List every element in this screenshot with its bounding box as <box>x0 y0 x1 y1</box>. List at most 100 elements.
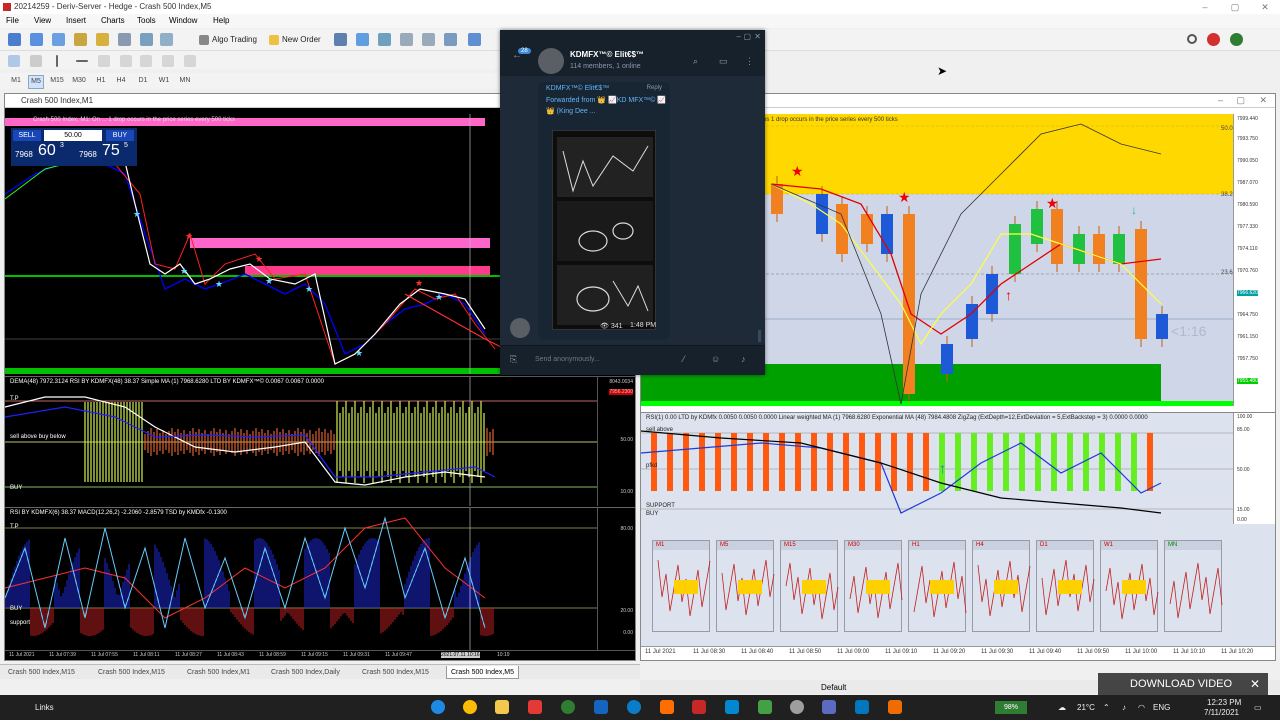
line-chart-icon[interactable] <box>378 33 391 46</box>
attach-icon[interactable]: ⎘ <box>510 354 517 365</box>
tab-chart-5[interactable]: Crash 500 Index,M15 <box>358 666 433 679</box>
emoji-icon[interactable]: ☺ <box>711 354 720 364</box>
minimize-button[interactable]: – <box>1190 0 1220 14</box>
menu-help[interactable]: Help <box>213 14 229 28</box>
tab-chart-6[interactable]: Crash 500 Index,M5 <box>446 666 520 679</box>
strategy-tester-icon[interactable] <box>118 33 131 46</box>
app-task-icon-7[interactable] <box>888 700 902 714</box>
candlestick-icon[interactable] <box>356 33 369 46</box>
telegram-task-icon[interactable] <box>431 700 445 714</box>
account-icon[interactable] <box>1207 33 1220 46</box>
download-video-overlay[interactable]: DOWNLOAD VIDEO ✕ <box>1098 673 1268 695</box>
tf-w1[interactable]: W1 <box>156 75 172 87</box>
crosshair-icon[interactable] <box>30 55 42 67</box>
tf-d1[interactable]: D1 <box>135 75 151 87</box>
menu-file[interactable]: File <box>6 14 19 28</box>
main-price-chart[interactable]: ★ ★ ★ ★ ★ ★ ★ ★ ★ ★ Crash 500 Index, M1:… <box>5 114 505 374</box>
forwarded-message[interactable]: KDMFX™© Elit€$™ Reply Forwarded from 👑 📈… <box>538 82 670 340</box>
volume-icon[interactable]: ♪ <box>1122 695 1126 720</box>
right-maximize-button[interactable]: ▢ <box>1236 95 1245 106</box>
search-tool-icon[interactable] <box>160 33 173 46</box>
tf-mn[interactable]: MN <box>177 75 193 87</box>
sell-button[interactable]: SELL <box>13 130 41 141</box>
channel-icon[interactable] <box>120 55 132 67</box>
explorer-task-icon[interactable] <box>495 700 509 714</box>
fibonacci-icon[interactable] <box>140 55 152 67</box>
more-menu-icon[interactable]: ⋮ <box>745 56 754 67</box>
autoscroll-icon[interactable] <box>468 33 481 46</box>
mt5-task-icon[interactable] <box>692 700 706 714</box>
settings-task-icon[interactable] <box>790 700 804 714</box>
links-toolbar[interactable]: Links <box>35 695 54 720</box>
vertical-line-icon[interactable] <box>56 55 58 67</box>
tab-chart-3[interactable]: Crash 500 Index,M1 <box>183 666 254 679</box>
menu-view[interactable]: View <box>34 14 51 28</box>
tile-windows-icon[interactable] <box>444 33 457 46</box>
message-input[interactable]: Send anonymously... <box>535 356 600 363</box>
navigator-icon[interactable] <box>74 33 87 46</box>
reply-button[interactable]: Reply <box>647 85 662 91</box>
close-button[interactable]: ✕ <box>1250 0 1280 14</box>
search-icon[interactable] <box>1187 34 1197 44</box>
tf-m1[interactable]: M1 <box>8 75 24 87</box>
notification-icon[interactable]: ▭ <box>1254 695 1262 720</box>
message-avatar[interactable] <box>510 318 530 338</box>
microphone-icon[interactable]: ♪ <box>741 354 746 364</box>
app-task-icon-5[interactable] <box>822 700 836 714</box>
telegram-minimize[interactable]: – <box>737 32 741 41</box>
buy-button[interactable]: BUY <box>106 130 134 141</box>
commands-icon[interactable]: ⁄ <box>683 354 685 364</box>
signals-icon[interactable] <box>1230 33 1243 46</box>
message-image[interactable] <box>552 130 656 330</box>
network-icon[interactable]: ◠ <box>1138 695 1145 720</box>
market-watch-icon[interactable] <box>52 33 65 46</box>
tf-h4[interactable]: H4 <box>113 75 129 87</box>
download-close-icon[interactable]: ✕ <box>1250 673 1260 695</box>
app-task-icon-1[interactable] <box>528 700 542 714</box>
horizontal-line-icon[interactable] <box>76 60 88 62</box>
app-task-icon-6[interactable] <box>855 700 869 714</box>
app-task-icon-3[interactable] <box>594 700 608 714</box>
tab-chart-1[interactable]: Crash 500 Index,M15 <box>4 666 79 679</box>
bar-chart-icon[interactable] <box>334 33 347 46</box>
algo-trading-button[interactable]: Algo Trading <box>198 32 257 48</box>
clock-date[interactable]: 7/11/2021 <box>1204 700 1239 720</box>
tab-chart-4[interactable]: Crash 500 Index,Daily <box>267 666 344 679</box>
tf-h1[interactable]: H1 <box>93 75 109 87</box>
telegram-scrollbar[interactable] <box>758 330 761 342</box>
tf-m15[interactable]: M15 <box>49 75 65 87</box>
tray-chevron-icon[interactable]: ⌃ <box>1103 695 1110 720</box>
mail-task-icon[interactable] <box>725 700 739 714</box>
menu-tools[interactable]: Tools <box>137 14 156 28</box>
temperature[interactable]: 21°C <box>1077 695 1095 720</box>
indicator-2-panel[interactable]: RSI BY KDMFX(6) 38.37 MACD(12,26,2) -2.2… <box>5 507 635 660</box>
menu-insert[interactable]: Insert <box>66 14 86 28</box>
app-task-icon-4[interactable] <box>758 700 772 714</box>
chrome-task-icon[interactable] <box>463 700 477 714</box>
shapes-icon[interactable] <box>184 55 196 67</box>
edge-task-icon[interactable] <box>627 700 641 714</box>
right-close-button[interactable]: ✕ <box>1259 95 1267 106</box>
indicator-1-panel[interactable]: DEMA(48) 7972.3124 RSI BY KDMFX(48) 38.3… <box>5 376 635 506</box>
zoom-in-icon[interactable] <box>400 33 413 46</box>
telegram-maximize[interactable]: ▢ <box>743 32 751 41</box>
metaeditor-icon[interactable] <box>140 33 153 46</box>
weather-icon[interactable]: ☁ <box>1058 695 1066 720</box>
app-task-icon-2[interactable] <box>561 700 575 714</box>
search-icon[interactable]: ⌕ <box>693 56 698 67</box>
battery-indicator[interactable]: 98% <box>995 701 1027 714</box>
profiles-icon[interactable] <box>30 33 43 46</box>
text-tool-icon[interactable] <box>162 55 174 67</box>
lot-input[interactable]: 50.00 <box>44 130 102 141</box>
channel-avatar[interactable] <box>538 48 564 74</box>
menu-window[interactable]: Window <box>169 14 197 28</box>
channel-name[interactable]: KDMFX™© Elit€$™ <box>570 50 644 59</box>
cursor-icon[interactable] <box>8 55 20 67</box>
trendline-icon[interactable] <box>98 55 110 67</box>
tf-m30[interactable]: M30 <box>71 75 87 87</box>
telegram-close[interactable]: ✕ <box>754 32 761 41</box>
tab-chart-2[interactable]: Crash 500 Index,M15 <box>94 666 169 679</box>
terminal-icon[interactable] <box>96 33 109 46</box>
new-order-button[interactable]: New Order <box>268 32 321 48</box>
zoom-out-icon[interactable] <box>422 33 435 46</box>
